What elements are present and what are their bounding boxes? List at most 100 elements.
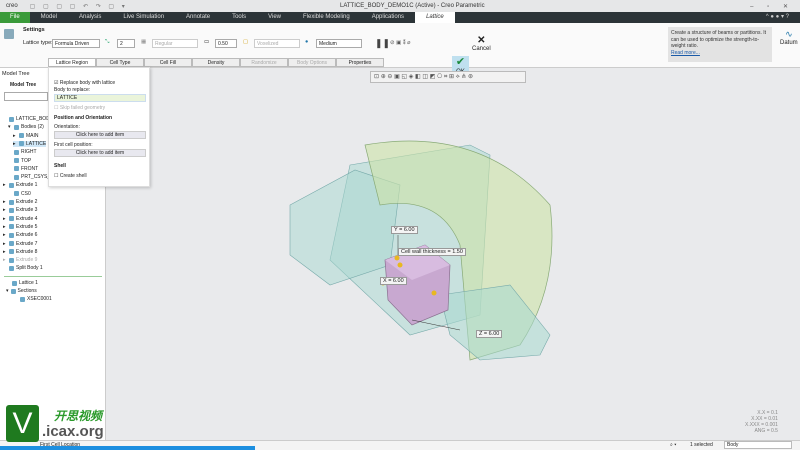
selection-filter[interactable]: Body [724,441,792,449]
quick-access-toolbar[interactable]: ▢ ▢ ▢ ▢ ↶ ↷ ▢ ▾ [30,3,128,10]
dimension-y[interactable]: Y = 6.00 [391,226,418,234]
tree-item[interactable]: ▸ Extrude 2 [3,199,37,205]
tab-cell-type[interactable]: Cell Type [96,58,144,67]
preview-icons[interactable]: ⊘ ▣ ⁑ ⌀ [390,40,410,46]
expand-icon[interactable]: ▸ [3,232,7,238]
feature-icon [14,191,19,197]
tree-item-xsec[interactable]: XSEC0001 [20,296,52,302]
feature-icon [9,224,14,230]
feature-icon [9,116,14,122]
tree-divider [4,276,102,277]
size-input[interactable]: 0.50 [215,39,237,48]
tree-item[interactable]: ▸ Extrude 4 [3,216,37,222]
tree-item[interactable]: ▸ Extrude 5 [3,224,37,230]
tree-item[interactable]: TOP [8,158,31,164]
window-controls[interactable]: – ▫ ✕ [750,3,794,10]
quality-select[interactable]: Medium [316,39,362,48]
model-tree-header: Model Tree [2,71,30,77]
tab-properties[interactable]: Properties [336,58,384,67]
dashboard-tabs: Lattice Region Cell Type Cell Fill Densi… [48,58,384,67]
tree-item[interactable]: Split Body 1 [3,265,43,271]
shell-heading: Shell [54,163,66,169]
section-icon [20,296,25,302]
tree-item-label: RIGHT [21,149,37,156]
body-to-replace-field[interactable]: LATTICE [54,94,146,102]
menu-lattice[interactable]: Lattice [415,12,455,23]
cancel-button[interactable]: ✕ Cancel [472,35,491,52]
position-heading: Position and Orientation [54,115,113,121]
menu-help-icons[interactable]: ^ ● ● ▾ ? [755,12,800,23]
model-viewport[interactable] [150,85,800,440]
watermark-text-cn: 开思视频 [54,409,103,423]
orientation-collector[interactable]: Click here to add item [54,131,146,139]
selection-count: 1 selected [690,442,713,448]
progress-bar [0,446,255,450]
expand-icon[interactable]: ▸ [13,133,17,139]
tab-density[interactable]: Density [192,58,240,67]
datum-button[interactable]: ∿ Datum [780,29,798,46]
tree-filter-input[interactable] [4,92,48,101]
menu-analysis[interactable]: Analysis [68,12,112,23]
tree-item[interactable]: ▸ Extrude 9 [3,257,37,263]
expand-icon[interactable]: ▸ [3,199,7,205]
dimension-x[interactable]: X = 6.00 [380,277,407,285]
menu-applications[interactable]: Applications [361,12,415,23]
menu-annotate[interactable]: Annotate [175,12,221,23]
expand-icon[interactable]: ▸ [3,257,7,263]
lattice-type-select[interactable]: Formula Driven [52,39,100,48]
dimension-z[interactable]: Z = 6.00 [476,330,503,338]
expand-icon[interactable]: ▸ [3,241,7,247]
tree-item[interactable]: ▸ Extrude 7 [3,241,37,247]
expand-icon[interactable]: ▸ [13,141,17,147]
tree-item-label: LATTICE [26,140,47,147]
tree-item[interactable]: ▸ Extrude 8 [3,249,37,255]
menu-flexible-modeling[interactable]: Flexible Modeling [292,12,361,23]
feature-icon [9,216,14,222]
tree-item-label: MAIN [26,132,39,139]
menu-live-simulation[interactable]: Live Simulation [112,12,175,23]
tree-item[interactable]: ▸ Extrude 6 [3,232,37,238]
cell-shape-icon: ▦ [141,39,147,45]
menu-model[interactable]: Model [30,12,68,23]
expand-icon[interactable]: ▸ [3,224,7,230]
watermark-logo: V [6,405,39,442]
tab-randomize: Randomize [240,58,288,67]
first-cell-collector[interactable]: Click here to add item [54,149,146,157]
tree-item[interactable]: ▾ Bodies (2) [8,124,44,130]
replace-body-label: Replace body with lattice [59,80,116,86]
expand-icon[interactable]: ▸ [3,207,7,213]
tree-item[interactable]: RIGHT [8,149,37,155]
tree-item[interactable]: PRT_CSYS_D [8,174,54,180]
feature-icon [9,232,14,238]
menu-file[interactable]: File [0,12,30,23]
tree-item[interactable]: FRONT [8,166,38,172]
dimension-wall-thickness[interactable]: Cell wall thickness = 1.50 [398,248,466,256]
expand-icon[interactable]: ▸ [3,182,7,188]
menu-tools[interactable]: Tools [221,12,257,23]
graphics-toolbar[interactable]: ⊡ ⊕ ⊖ ▣ ◱ ◈ ◧ ◫ ◩ ⎔ ⌗ ⊞ ⟡ ⋔ ⊛ [370,71,526,83]
tree-item-lattice-1[interactable]: Lattice 1 [12,280,38,286]
lattice-feature-icon [12,280,17,286]
tab-lattice-region[interactable]: Lattice Region [48,58,96,67]
window-title: LATTICE_BODY_DEMO1C (Active) - Creo Para… [340,3,485,9]
tree-item[interactable]: ▸ Extrude 1 [3,182,37,188]
menu-view[interactable]: View [257,12,292,23]
replace-body-checkbox[interactable]: ☑ Replace body with lattice [54,80,115,86]
tree-item-sections[interactable]: ▾ Sections [6,288,37,294]
tree-item-label: TOP [21,157,32,164]
expand-icon[interactable]: ▸ [3,216,7,222]
tree-item[interactable]: CS0 [8,191,31,197]
expand-icon[interactable]: ▸ [3,249,7,255]
cell-count-select[interactable]: 2 [117,39,135,48]
expand-icon: ▾ [6,288,9,294]
create-shell-checkbox[interactable]: ☐ Create shell [54,173,87,179]
read-more-link[interactable]: Read more... [671,50,700,56]
tab-cell-fill[interactable]: Cell Fill [144,58,192,67]
tree-item[interactable]: ▸ LATTICE [13,140,47,147]
datum-icon: ∿ [785,29,793,39]
expand-icon[interactable]: ▾ [8,124,12,130]
pause-icon[interactable]: ❚❚ [375,38,390,49]
find-icon[interactable]: ⌕ ▾ [670,442,676,448]
tree-item[interactable]: ▸ MAIN [13,133,39,139]
tree-item[interactable]: ▸ Extrude 3 [3,207,37,213]
